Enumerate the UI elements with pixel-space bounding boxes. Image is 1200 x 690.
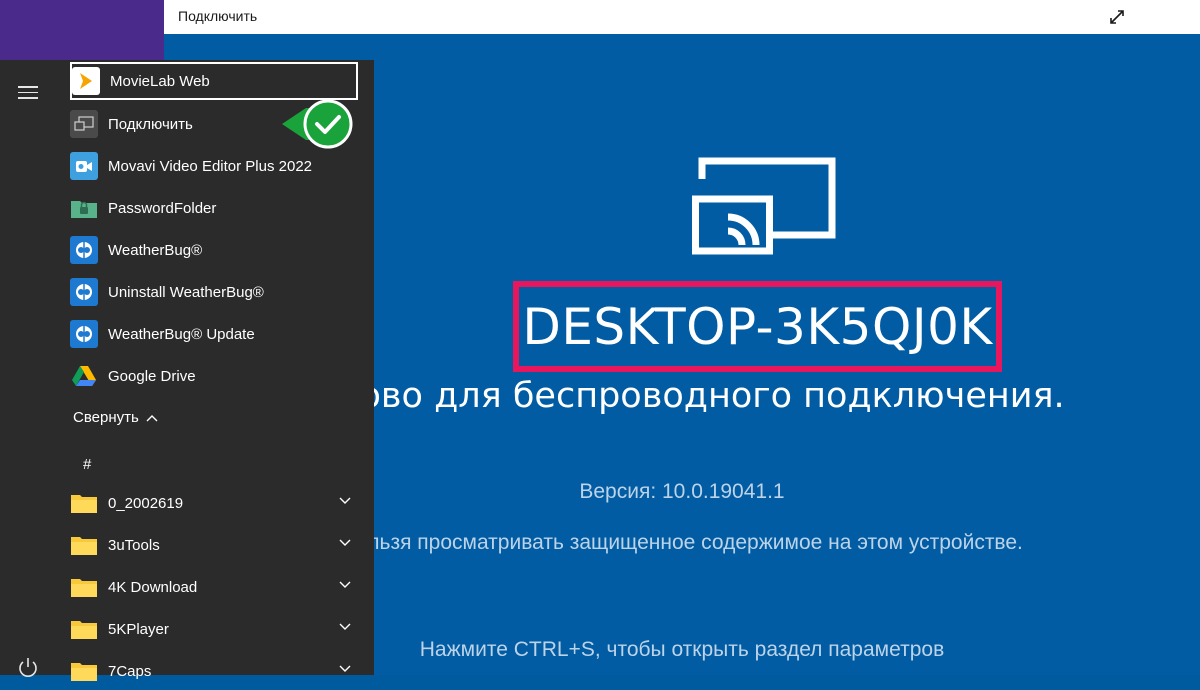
app-item-uninstall-weatherbug[interactable]: Uninstall WeatherBug® (70, 273, 356, 311)
chevron-up-icon (146, 414, 158, 421)
power-icon[interactable] (16, 656, 40, 680)
folder-item-5kplayer[interactable]: 5KPlayer (70, 610, 356, 648)
desktop-background (0, 0, 164, 60)
app-list: MovieLab Web Подключить Movavi Video Edi… (64, 60, 374, 681)
folder-icon (70, 531, 98, 559)
app-item-weatherbug[interactable]: WeatherBug® (70, 231, 356, 269)
hamburger-menu-icon[interactable] (18, 86, 38, 102)
weatherbug-icon (70, 278, 98, 306)
app-item-label: Movavi Video Editor Plus 2022 (108, 157, 313, 175)
folder-label: 0_2002619 (108, 494, 184, 512)
weatherbug-icon (70, 236, 98, 264)
device-name-highlight: DESKTOP-3K5QJ0K (513, 281, 1002, 372)
chevron-down-icon (339, 581, 351, 588)
chevron-down-icon (339, 497, 351, 504)
folder-label: 5KPlayer (108, 620, 169, 638)
folder-label: 7Caps (108, 662, 152, 680)
folder-icon (70, 573, 98, 601)
collapse-button[interactable]: Свернуть (73, 409, 159, 426)
title-bar: Подключить (164, 0, 1200, 34)
chevron-down-icon (339, 665, 351, 672)
expand-button[interactable] (1104, 4, 1130, 30)
folder-icon (70, 657, 98, 685)
app-item-label: Google Drive (108, 367, 196, 385)
window-title: Подключить (178, 8, 258, 24)
app-item-label: MovieLab Web (110, 72, 210, 90)
expand-icon (1110, 10, 1124, 24)
google-drive-icon (70, 362, 98, 390)
movavi-icon (70, 152, 98, 180)
movielab-icon (72, 67, 100, 95)
folder-icon (70, 489, 98, 517)
folder-label: 3uTools (108, 536, 160, 554)
app-item-google-drive[interactable]: Google Drive (70, 357, 356, 395)
start-rail (0, 60, 56, 677)
wireless-display-icon (692, 153, 838, 262)
app-item-passwordfolder[interactable]: PasswordFolder (70, 189, 356, 227)
app-item-weatherbug-update[interactable]: WeatherBug® Update (70, 315, 356, 353)
collapse-label: Свернуть (73, 409, 139, 426)
app-item-movavi[interactable]: Movavi Video Editor Plus 2022 (70, 147, 356, 185)
chevron-down-icon (339, 623, 351, 630)
connect-icon (70, 110, 98, 138)
folder-label: 4K Download (108, 578, 198, 596)
app-item-label: PasswordFolder (108, 199, 217, 217)
chevron-down-icon (339, 539, 351, 546)
folder-item-3utools[interactable]: 3uTools (70, 526, 356, 564)
weatherbug-icon (70, 320, 98, 348)
app-item-label: Подключить (108, 115, 193, 133)
device-name: DESKTOP-3K5QJ0K (522, 297, 993, 356)
app-item-movielab[interactable]: MovieLab Web (70, 62, 358, 100)
folder-icon (70, 615, 98, 643)
folder-item-4k-download[interactable]: 4K Download (70, 568, 356, 606)
folder-item-0-2002619[interactable]: 0_2002619 (70, 484, 356, 522)
section-header-hash[interactable]: # (83, 456, 91, 473)
checkmark-pointer-icon (280, 98, 356, 150)
app-item-label: WeatherBug® Update (108, 325, 255, 343)
app-item-label: WeatherBug® (108, 241, 203, 259)
start-menu: MovieLab Web Подключить Movavi Video Edi… (0, 60, 374, 681)
app-item-label: Uninstall WeatherBug® (108, 283, 264, 301)
password-folder-icon (70, 194, 98, 222)
folder-item-7caps[interactable]: 7Caps (70, 652, 356, 690)
